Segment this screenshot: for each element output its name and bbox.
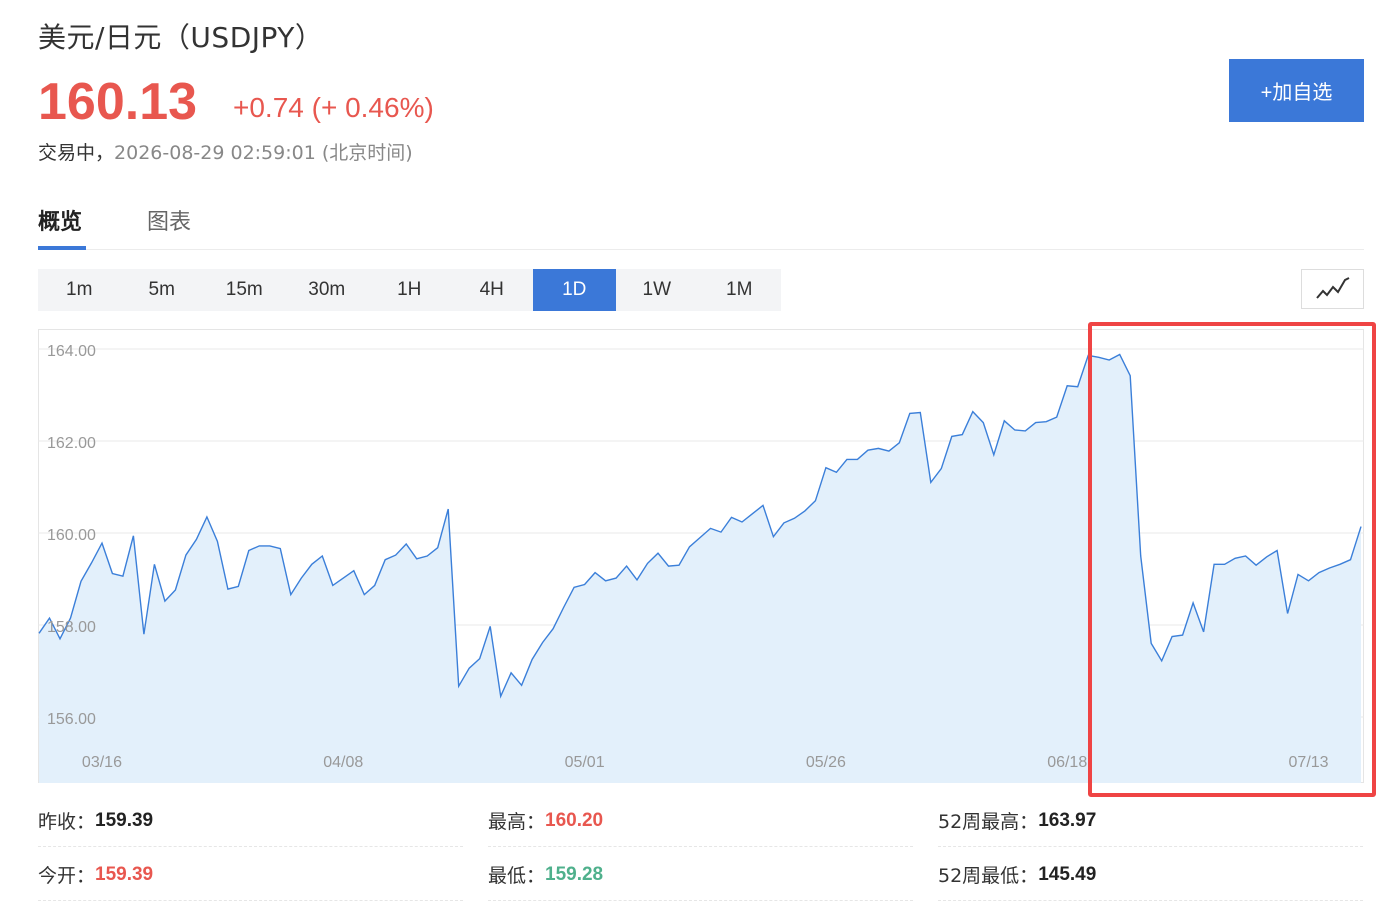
x-tick-label: 05/26 xyxy=(806,754,846,771)
period-30m[interactable]: 30m xyxy=(286,269,369,311)
stat-high: 最高： 160.20 xyxy=(488,795,913,847)
period-5m[interactable]: 5m xyxy=(121,269,204,311)
period-1mo[interactable]: 1M xyxy=(698,269,781,311)
tab-chart[interactable]: 图表 xyxy=(147,204,191,236)
x-tick-label: 03/16 xyxy=(82,754,122,771)
stat-52w-low: 52周最低： 145.49 xyxy=(938,849,1363,901)
x-tick-label: 04/08 xyxy=(323,754,363,771)
status-row: 交易中，2026-08-29 02:59:01 (北京时间) xyxy=(38,138,413,165)
page-title: 美元/日元（USDJPY） xyxy=(38,21,324,54)
stat-open: 今开： 159.39 xyxy=(38,849,463,901)
highlight-annotation-box xyxy=(1088,322,1376,797)
tab-overview[interactable]: 概览 xyxy=(38,204,82,236)
stat-52w-high: 52周最高： 163.97 xyxy=(938,795,1363,847)
timestamp: 2026-08-29 02:59:01 (北京时间) xyxy=(114,142,413,164)
stat-low: 最低： 159.28 xyxy=(488,849,913,901)
x-tick-label: 06/18 xyxy=(1047,754,1087,771)
trading-status: 交易中， xyxy=(38,142,115,164)
y-tick-label: 160.00 xyxy=(47,527,96,544)
y-tick-label: 158.00 xyxy=(47,619,96,636)
price-change: +0.74 (+ 0.46%) xyxy=(233,92,434,123)
period-1d[interactable]: 1D xyxy=(533,269,616,311)
line-chart-icon xyxy=(1315,277,1349,299)
period-1m[interactable]: 1m xyxy=(38,269,121,311)
period-selector: 1m 5m 15m 30m 1H 4H 1D 1W 1M xyxy=(38,269,781,311)
stat-prev-close: 昨收： 159.39 xyxy=(38,795,463,847)
add-watchlist-button[interactable]: +加自选 xyxy=(1229,59,1364,122)
period-1h[interactable]: 1H xyxy=(368,269,451,311)
x-tick-label: 05/01 xyxy=(565,754,605,771)
tab-bar: 概览 图表 xyxy=(38,200,1364,250)
period-4h[interactable]: 4H xyxy=(451,269,534,311)
y-tick-label: 156.00 xyxy=(47,711,96,728)
period-1w[interactable]: 1W xyxy=(616,269,699,311)
period-15m[interactable]: 15m xyxy=(203,269,286,311)
y-tick-label: 164.00 xyxy=(47,343,96,360)
y-tick-label: 162.00 xyxy=(47,435,96,452)
active-tab-indicator xyxy=(38,246,86,250)
current-price: 160.13 xyxy=(38,73,198,131)
chart-type-button[interactable] xyxy=(1301,269,1364,309)
